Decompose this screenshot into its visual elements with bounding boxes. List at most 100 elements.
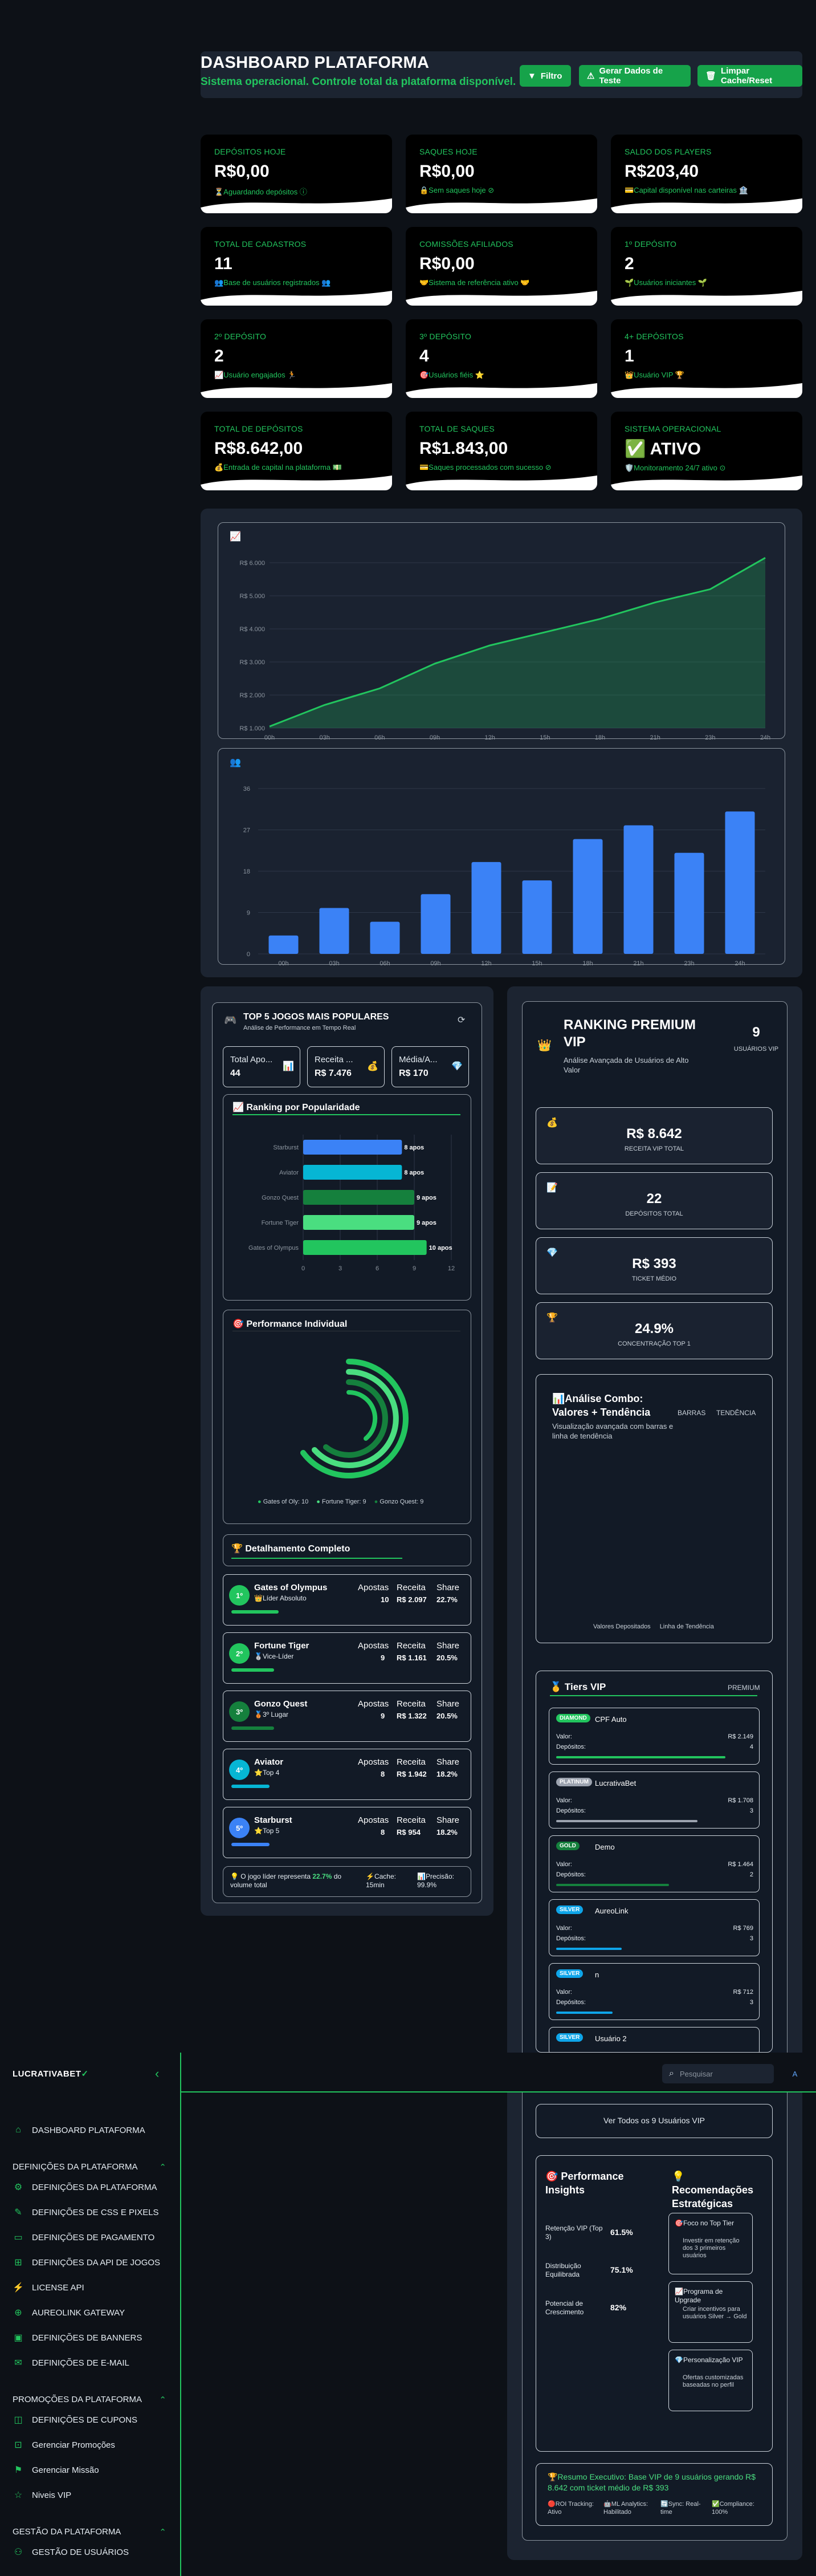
tab-tendencia[interactable]: TENDÊNCIA — [716, 1409, 756, 1417]
bar — [471, 862, 501, 954]
vip-user-value: R$ 712 — [733, 1989, 753, 1996]
bets-header: Apostas — [358, 1699, 389, 1709]
sidebar-item[interactable]: ✉ DEFINIÇÕES DE E-MAIL — [13, 2357, 129, 2368]
sidebar-item[interactable]: ☆ Niveis VIP — [13, 2489, 71, 2501]
search-box[interactable]: ⌕ Pesquisar — [662, 2064, 774, 2083]
vip-user-card[interactable]: SILVER AureoLink Valor: R$ 769 Depósitos: 3 — [549, 1899, 760, 1956]
recommendations-title: 💡 Recomendações Estratégicas — [672, 2171, 754, 2209]
game-name: Fortune Tiger — [254, 1641, 309, 1651]
vip-metric-card: 💰 R$ 8.642 RECEITA VIP TOTAL — [536, 1107, 773, 1164]
vip-user-card[interactable]: SILVER Usuário 2 — [549, 2027, 760, 2055]
data-label: 8 apos — [404, 1144, 424, 1151]
combo-subtitle: Visualização avançada com barras e linha… — [552, 1422, 674, 1440]
rank-badge: 5º — [229, 1818, 250, 1838]
stat-card: 4+ DEPÓSITOS 1 👑Usuário VIP 🏆 — [611, 319, 802, 398]
clear-cache-button[interactable]: 🗑 Limpar Cache/Reset — [697, 65, 802, 87]
sidebar-item[interactable]: ▭ DEFINIÇÕES DE PAGAMENTO — [13, 2232, 154, 2243]
x-tick-label: 06h — [374, 734, 385, 740]
vip-user-card[interactable]: GOLD Demo Valor: R$ 1.464 Depósitos: 2 — [549, 1835, 760, 1892]
stat-value: R$0,00 — [419, 254, 475, 273]
tier-badge: GOLD — [556, 1842, 580, 1850]
combo-legend: Valores Depositados Linha de Tendência — [593, 1623, 714, 1630]
sidebar-item[interactable]: ⚙ DEFINIÇÕES DA PLATAFORMA — [13, 2181, 157, 2193]
tab-barras[interactable]: BARRAS — [678, 1409, 705, 1417]
legend-item: Valores Depositados — [593, 1623, 651, 1630]
stat-box-label: Média/A... — [399, 1055, 438, 1064]
sidebar-item[interactable]: ✎ DEFINIÇÕES DE CSS E PIXELS — [13, 2207, 158, 2218]
game-detail-row[interactable]: 4º Aviator ⭐Top 4 Apostas Receita Share 8 R$ 1.… — [223, 1749, 471, 1800]
topbar: ⌕ Pesquisar A — [181, 2053, 816, 2093]
vip-user-deposits: 3 — [749, 1807, 753, 1814]
top-games-card: 🎮 TOP 5 JOGOS MAIS POPULARES Análise de … — [212, 1002, 482, 1903]
game-name: Starburst — [254, 1815, 292, 1825]
y-tick-label: R$ 1.000 — [239, 725, 265, 732]
x-tick-label: 15h — [532, 960, 542, 965]
bets-header: Apostas — [358, 1641, 389, 1651]
category-label: Gates of Olympus — [248, 1245, 299, 1252]
bar — [319, 908, 349, 954]
card-wave — [406, 291, 597, 306]
x-tick-label: 3 — [338, 1265, 342, 1272]
summary-tag: 🤖ML Analytics: Habilitado — [603, 2501, 648, 2516]
sidebar-section[interactable]: PROMOÇÕES DA PLATAFORMA ⌃ — [13, 2395, 166, 2405]
generate-test-data-button[interactable]: ⚠ Gerar Dados de Teste — [579, 65, 691, 87]
stat-card: DEPÓSITOS HOJE R$0,00 ⏳Aguardando depósito… — [201, 135, 392, 213]
sidebar-item[interactable]: ⌂ DASHBOARD PLATAFORMA — [13, 2124, 145, 2136]
hbar — [303, 1240, 427, 1255]
share-value: 20.5% — [436, 1653, 458, 1662]
search-input[interactable]: Pesquisar — [680, 2070, 713, 2078]
sidebar-item[interactable]: ⚇ GESTÃO DE USUÁRIOS — [13, 2546, 129, 2558]
filter-button[interactable]: ▼ Filtro — [520, 65, 571, 87]
sidebar-item[interactable]: ▣ DEFINIÇÕES DE BANNERS — [13, 2332, 142, 2343]
sidebar-item-label: Niveis VIP — [32, 2490, 72, 2500]
game-detail-row[interactable]: 5º Starburst ⭐Top 5 Apostas Receita Share 8 R$ … — [223, 1807, 471, 1858]
summary-tags: 🔴ROI Tracking: Ativo 🤖ML Analytics: Habi… — [548, 2500, 764, 2516]
popularity-ranking-card: 📈 Ranking por Popularidade 0 3 6 9 12 Starbur… — [223, 1094, 471, 1301]
legend-item: ● Gonzo Quest: 9 — [374, 1498, 424, 1505]
stat-box-value: 44 — [230, 1068, 240, 1078]
legend-item: ● Fortune Tiger: 9 — [316, 1498, 366, 1505]
refresh-icon[interactable]: ⟳ — [458, 1014, 465, 1026]
stat-box-value: R$ 7.476 — [315, 1068, 352, 1078]
stat-card: SALDO DOS PLAYERS R$203,40 💳Capital dispon… — [611, 135, 802, 213]
game-detail-row[interactable]: 1º Gates of Olympus 👑Líder Absoluto Apostas… — [223, 1574, 471, 1626]
sidebar-section[interactable]: GESTÃO DA PLATAFORMA ⌃ — [13, 2527, 166, 2537]
view-all-vip-button[interactable]: Ver Todos os 9 Usuários VIP — [536, 2104, 773, 2138]
vip-user-card[interactable]: SILVER n Valor: R$ 712 Depósitos: 3 — [549, 1963, 760, 2020]
premium-badge: PREMIUM — [728, 1684, 760, 1692]
star-icon: ☆ — [14, 2490, 23, 2500]
vip-user-deposits: 2 — [749, 1871, 753, 1878]
games-title: TOP 5 JOGOS MAIS POPULARES — [243, 1012, 389, 1022]
sidebar-item[interactable]: ⚑ Gerenciar Missão — [13, 2464, 99, 2476]
vip-user-card[interactable]: PLATINUM LucrativaBet Valor: R$ 1.708 Depósi… — [549, 1771, 760, 1829]
game-detail-row[interactable]: 2º Fortune Tiger 🥈Vice-Líder Apostas Receita… — [223, 1632, 471, 1684]
game-detail-row[interactable]: 3º Gonzo Quest 🥉3º Lugar Apostas Receita Shar… — [223, 1691, 471, 1742]
stat-label: DEPÓSITOS HOJE — [214, 147, 286, 156]
card-wave — [406, 198, 597, 213]
sidebar-item[interactable]: ⚡ LICENSE API — [13, 2282, 84, 2293]
x-tick-label: 24h — [735, 960, 745, 965]
logo[interactable]: LUCRATIVABET✓ — [13, 2069, 89, 2079]
sidebar-item[interactable]: ⊞ DEFINIÇÕES DA API DE JOGOS — [13, 2257, 160, 2268]
gamepad-icon: 🎮 — [224, 1014, 237, 1026]
y-tick-label: 0 — [247, 951, 250, 958]
sidebar-item-label: DEFINIÇÕES DE BANNERS — [32, 2333, 142, 2343]
avatar[interactable]: A — [786, 2065, 803, 2082]
collapse-sidebar-icon[interactable]: ‹ — [155, 2066, 159, 2081]
mail-icon: ✉ — [14, 2358, 22, 2368]
sidebar-item[interactable]: ◫ DEFINIÇÕES DE CUPONS — [13, 2414, 137, 2425]
x-tick-label: 03h — [319, 734, 329, 740]
sidebar-item[interactable]: ⊡ Gerenciar Promoções — [13, 2439, 115, 2451]
stat-value: R$0,00 — [419, 162, 475, 181]
vip-metric-card: 💎 R$ 393 TICKET MÉDIO — [536, 1237, 773, 1294]
game-name: Gonzo Quest — [254, 1699, 308, 1709]
vip-user-card[interactable]: DIAMOND CPF Auto Valor: R$ 2.149 Depósitos: 4 — [549, 1708, 760, 1765]
stat-card: COMISSÕES AFILIADOS R$0,00 🤝Sistema de ref… — [406, 227, 597, 306]
insight-label: Potencial de Crescimento — [545, 2299, 584, 2316]
sidebar-item[interactable]: ⊕ AUREOLINK GATEWAY — [13, 2307, 125, 2318]
crown-icon: 👑 — [537, 1039, 552, 1052]
share-value: 20.5% — [436, 1712, 458, 1720]
deposits-label: Depósitos: — [556, 1871, 586, 1878]
sidebar-section[interactable]: DEFINIÇÕES DA PLATAFORMA ⌃ — [13, 2162, 166, 2172]
stat-label: SALDO DOS PLAYERS — [625, 147, 712, 156]
